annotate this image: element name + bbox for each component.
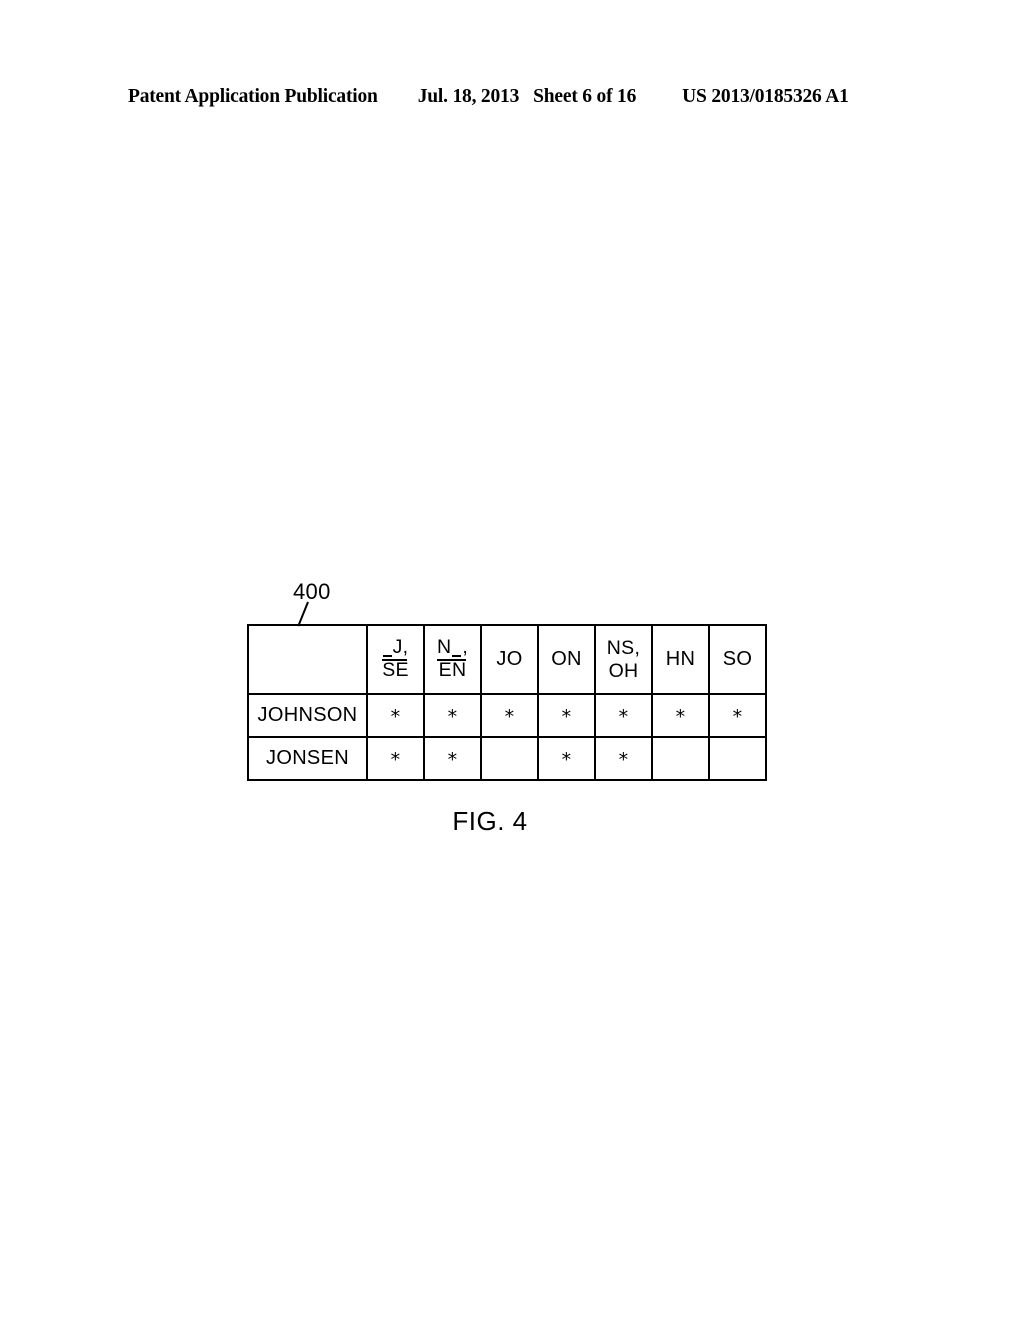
match-table: J, SE N, EN JO ON NS, OH HN SO JOHNSON *… <box>247 624 767 781</box>
mark-asterisk: * <box>675 705 686 728</box>
column-header-n-en: N, EN <box>423 624 482 695</box>
cell-jonsen-jo <box>480 736 539 781</box>
mark-asterisk: * <box>561 748 572 771</box>
column-header-so: SO <box>708 624 767 695</box>
mark-asterisk: * <box>447 748 458 771</box>
cell-johnson-n-en: * <box>423 693 482 738</box>
cell-johnson-so: * <box>708 693 767 738</box>
mark-asterisk: * <box>618 705 629 728</box>
fraction-numerator-suffix: , <box>462 636 469 659</box>
figure-4: 400 J, SE N, EN JO ON NS, OH HN SO JOHNS… <box>0 0 1024 1320</box>
cell-johnson-jo: * <box>480 693 539 738</box>
cell-johnson-on: * <box>537 693 596 738</box>
column-header-j-se: J, SE <box>366 624 425 695</box>
fraction-n-en: N, EN <box>436 636 469 681</box>
cell-jonsen-n-en: * <box>423 736 482 781</box>
fraction-numerator-text: N <box>437 636 462 658</box>
reference-numeral-400: 400 <box>293 579 331 604</box>
cell-johnson-j-se: * <box>366 693 425 738</box>
column-header-on: ON <box>537 624 596 695</box>
mark-asterisk: * <box>390 705 401 728</box>
table-header-row: J, SE N, EN JO ON NS, OH HN SO <box>247 624 767 695</box>
fraction-denominator: EN <box>436 658 469 681</box>
fraction-numerator-text: J, <box>383 636 409 658</box>
column-header-line2: OH <box>608 659 639 682</box>
column-header-line1: NS, <box>606 637 641 660</box>
cell-jonsen-j-se: * <box>366 736 425 781</box>
fraction-numerator: N, <box>436 636 469 659</box>
mark-asterisk: * <box>447 705 458 728</box>
table-row: JOHNSON * * * * * * * <box>247 693 767 738</box>
cell-johnson-ns-oh: * <box>594 693 653 738</box>
cell-jonsen-hn <box>651 736 710 781</box>
table-corner-cell <box>247 624 368 695</box>
fraction-j-se: J, SE <box>381 636 410 681</box>
mark-asterisk: * <box>618 748 629 771</box>
mark-asterisk: * <box>504 705 515 728</box>
column-header-ns-oh: NS, OH <box>594 624 653 695</box>
row-label-johnson: JOHNSON <box>247 693 368 738</box>
fraction-numerator: J, <box>381 636 410 659</box>
reference-leader-line <box>297 601 317 627</box>
figure-caption: FIG. 4 <box>452 806 528 836</box>
table-400-wrapper: J, SE N, EN JO ON NS, OH HN SO JOHNSON *… <box>247 624 767 781</box>
cell-johnson-hn: * <box>651 693 710 738</box>
cell-jonsen-on: * <box>537 736 596 781</box>
cell-jonsen-ns-oh: * <box>594 736 653 781</box>
mark-asterisk: * <box>390 748 401 771</box>
column-header-hn: HN <box>651 624 710 695</box>
table-row: JONSEN * * * * <box>247 736 767 781</box>
mark-asterisk: * <box>561 705 572 728</box>
column-header-jo: JO <box>480 624 539 695</box>
figure-caption-wrapper: FIG. 4 <box>0 806 1024 837</box>
cell-jonsen-so <box>708 736 767 781</box>
mark-asterisk: * <box>732 705 743 728</box>
row-label-jonsen: JONSEN <box>247 736 368 781</box>
fraction-denominator: SE <box>382 658 409 681</box>
